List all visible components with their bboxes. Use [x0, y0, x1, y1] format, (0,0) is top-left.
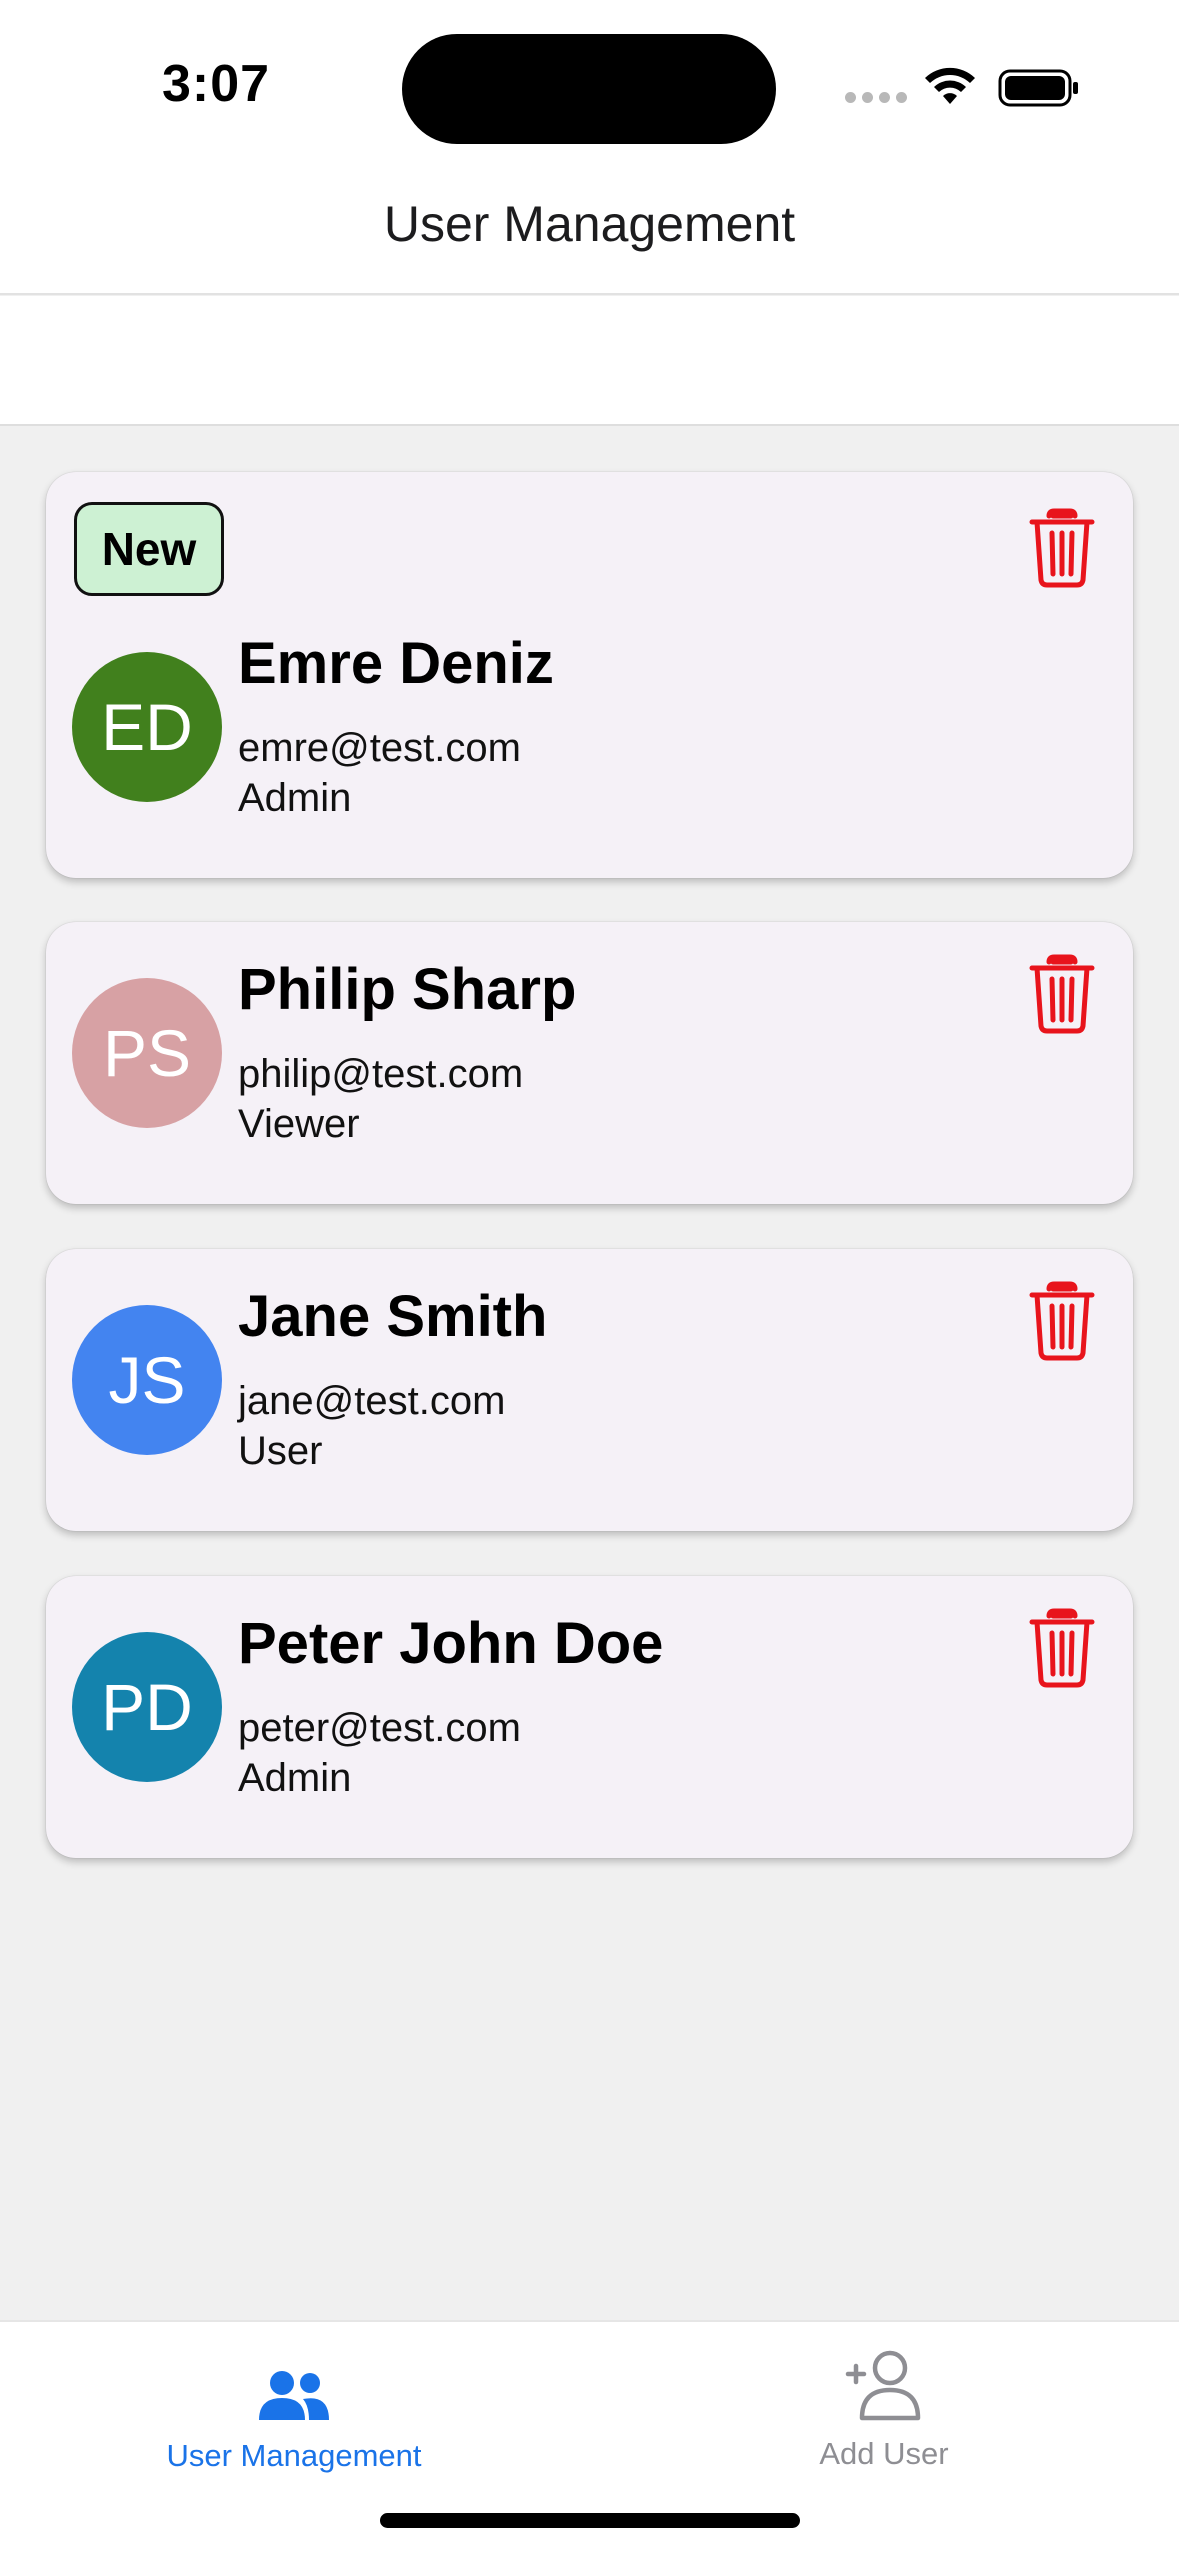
- status-bar: 3:07: [0, 0, 1179, 150]
- trash-icon[interactable]: [1027, 1281, 1097, 1361]
- tab-add-user[interactable]: Add User: [684, 2342, 1084, 2482]
- add-user-icon: [845, 2350, 921, 2421]
- user-email: philip@test.com: [238, 1052, 524, 1096]
- wifi-icon: [925, 67, 975, 104]
- tab-label: Add User: [819, 2436, 949, 2471]
- nav-header: User Management: [0, 150, 1179, 294]
- app-screen: 3:07 User Management New ED Emre Deniz e…: [0, 0, 1179, 2556]
- user-name: Emre Deniz: [238, 631, 554, 696]
- user-email: emre@test.com: [238, 726, 521, 770]
- tab-label: User Management: [166, 2438, 422, 2473]
- user-role: User: [238, 1429, 323, 1473]
- user-role: Viewer: [238, 1102, 360, 1146]
- avatar: ED: [72, 652, 222, 802]
- tab-user-management[interactable]: User Management: [94, 2342, 494, 2482]
- user-name: Philip Sharp: [238, 957, 577, 1022]
- dynamic-island: [402, 34, 776, 144]
- page-title: User Management: [383, 196, 796, 252]
- trash-icon[interactable]: [1027, 954, 1097, 1034]
- users-icon: [259, 2371, 329, 2420]
- avatar: PS: [72, 978, 222, 1128]
- avatar: JS: [72, 1305, 222, 1455]
- header-spacer: [0, 296, 1179, 426]
- user-email: peter@test.com: [238, 1706, 521, 1750]
- top-area: 3:07 User Management: [0, 0, 1179, 295]
- trash-icon[interactable]: [1027, 508, 1097, 588]
- battery-icon: [998, 69, 1078, 107]
- user-email: jane@test.com: [238, 1379, 506, 1423]
- user-role: Admin: [238, 776, 352, 820]
- cellular-signal-icon: [845, 92, 907, 103]
- trash-icon[interactable]: [1027, 1608, 1097, 1688]
- user-card: PD Peter John Doe peter@test.com Admin: [46, 1576, 1133, 1858]
- user-name: Peter John Doe: [238, 1611, 664, 1676]
- avatar: PD: [72, 1632, 222, 1782]
- user-role: Admin: [238, 1756, 352, 1800]
- status-time: 3:07: [162, 55, 271, 113]
- user-card: PS Philip Sharp philip@test.com Viewer: [46, 922, 1133, 1204]
- new-badge: New: [74, 502, 224, 596]
- user-card: New ED Emre Deniz emre@test.com Admin: [46, 472, 1133, 878]
- user-card: JS Jane Smith jane@test.com User: [46, 1249, 1133, 1531]
- user-name: Jane Smith: [238, 1284, 548, 1349]
- home-indicator: [380, 2513, 800, 2528]
